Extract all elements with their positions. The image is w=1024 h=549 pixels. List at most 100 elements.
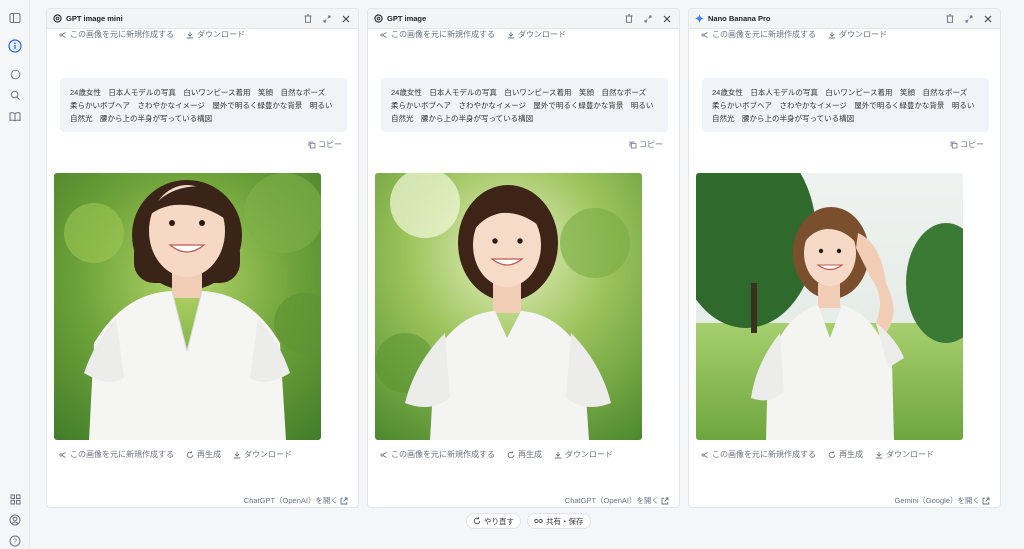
prompt-line: 柔らかいボブヘア さわやかなイメージ 屋外で明るく緑豊かな背景 明るい	[391, 101, 654, 110]
create-from-image-label: この画像を元に新規作成する	[712, 30, 816, 39]
download-label: ダウンロード	[197, 30, 245, 39]
info-icon[interactable]	[7, 38, 23, 54]
external-link-icon	[661, 497, 669, 504]
model-panel: Nano Banana Pro この画像を元に新規作成する ダウンロード 24歳…	[688, 8, 1001, 508]
open-link-label: Gemini（Google）を開く	[894, 496, 980, 505]
branch-icon	[59, 31, 66, 38]
download-icon	[186, 31, 194, 38]
regenerate-button[interactable]: 再生成	[186, 449, 221, 460]
download-button[interactable]: ダウンロード	[828, 29, 887, 40]
panel-header: GPT image	[368, 9, 679, 29]
create-from-image-button[interactable]: この画像を元に新規作成する	[59, 449, 174, 460]
close-icon[interactable]	[982, 13, 994, 25]
open-link-label: ChatGPT（OpenAI）を開く	[564, 496, 659, 505]
download-button[interactable]: ダウンロード	[554, 449, 613, 460]
top-actions: この画像を元に新規作成する ダウンロード	[380, 29, 578, 40]
download-icon	[875, 451, 883, 458]
redo-button[interactable]: やり直す	[466, 513, 521, 529]
create-from-image-button[interactable]: この画像を元に新規作成する	[701, 449, 816, 460]
help-icon[interactable]: ?	[7, 533, 23, 549]
redo-icon	[473, 517, 481, 525]
download-button[interactable]: ダウンロード	[186, 29, 245, 40]
comparison-panels: GPT image mini この画像を元に新規作成する ダウンロード 24歳女…	[46, 8, 1006, 508]
copy-button[interactable]: コピー	[629, 139, 663, 150]
prompt-box: 24歳女性 日本人モデルの写真 白いワンピース着用 笑顔 自然なポーズ 柔らかい…	[381, 78, 668, 132]
download-label: ダウンロード	[244, 450, 292, 459]
external-link-icon	[340, 497, 348, 504]
download-icon	[233, 451, 241, 458]
share-save-button[interactable]: 共有・保存	[527, 513, 591, 529]
model-name: Nano Banana Pro	[708, 14, 771, 23]
delete-icon[interactable]	[944, 13, 956, 25]
create-from-image-label: この画像を元に新規作成する	[712, 450, 816, 459]
create-from-image-label: この画像を元に新規作成する	[391, 30, 495, 39]
chat-icon[interactable]	[7, 66, 23, 82]
download-button[interactable]: ダウンロード	[507, 29, 566, 40]
copy-button[interactable]: コピー	[308, 139, 342, 150]
top-actions: この画像を元に新規作成する ダウンロード	[59, 29, 257, 40]
create-from-image-button[interactable]: この画像を元に新規作成する	[380, 449, 495, 460]
generated-image[interactable]	[54, 173, 321, 440]
search-icon[interactable]	[7, 87, 23, 103]
top-actions: この画像を元に新規作成する ダウンロード	[701, 29, 899, 40]
external-link-icon	[982, 497, 990, 504]
sidebar: ?	[0, 0, 30, 549]
expand-icon[interactable]	[642, 13, 654, 25]
download-label: ダウンロード	[886, 450, 934, 459]
link-icon	[534, 519, 543, 523]
download-label: ダウンロード	[518, 30, 566, 39]
share-save-label: 共有・保存	[546, 516, 584, 526]
prompt-line: 自然光 腰から上の半身が写っている構図	[712, 114, 855, 123]
bottom-actions: この画像を元に新規作成する 再生成 ダウンロード	[380, 449, 625, 460]
delete-icon[interactable]	[302, 13, 314, 25]
create-from-image-button[interactable]: この画像を元に新規作成する	[59, 29, 174, 40]
copy-label: コピー	[960, 140, 984, 149]
open-external-link[interactable]: ChatGPT（OpenAI）を開く	[565, 495, 669, 506]
expand-icon[interactable]	[321, 13, 333, 25]
download-icon	[828, 31, 836, 38]
regenerate-icon	[186, 450, 194, 458]
copy-label: コピー	[639, 140, 663, 149]
regenerate-icon	[507, 450, 515, 458]
regenerate-icon	[828, 450, 836, 458]
close-icon[interactable]	[340, 13, 352, 25]
copy-button[interactable]: コピー	[950, 139, 984, 150]
download-button[interactable]: ダウンロード	[233, 449, 292, 460]
create-from-image-label: この画像を元に新規作成する	[391, 450, 495, 459]
panel-header: GPT image mini	[47, 9, 358, 29]
generated-image[interactable]	[696, 173, 963, 440]
copy-icon	[308, 141, 316, 148]
prompt-line: 自然光 腰から上の半身が写っている構図	[70, 114, 213, 123]
copy-icon	[629, 141, 637, 148]
book-icon[interactable]	[7, 108, 23, 124]
redo-label: やり直す	[484, 516, 514, 526]
regenerate-button[interactable]: 再生成	[828, 449, 863, 460]
regenerate-label: 再生成	[518, 450, 542, 459]
prompt-line: 柔らかいボブヘア さわやかなイメージ 屋外で明るく緑豊かな背景 明るい	[70, 101, 333, 110]
prompt-line: 自然光 腰から上の半身が写っている構図	[391, 114, 534, 123]
user-icon[interactable]	[7, 512, 23, 528]
branch-icon	[701, 31, 708, 38]
prompt-box: 24歳女性 日本人モデルの写真 白いワンピース着用 笑顔 自然なポーズ 柔らかい…	[60, 78, 347, 132]
close-icon[interactable]	[661, 13, 673, 25]
panel-header: Nano Banana Pro	[689, 9, 1000, 29]
apps-icon[interactable]	[7, 491, 23, 507]
bottom-bar: やり直す 共有・保存	[466, 513, 591, 529]
copy-icon	[950, 141, 958, 148]
delete-icon[interactable]	[623, 13, 635, 25]
branch-icon	[701, 451, 708, 458]
regenerate-button[interactable]: 再生成	[507, 449, 542, 460]
download-button[interactable]: ダウンロード	[875, 449, 934, 460]
create-from-image-label: この画像を元に新規作成する	[70, 450, 174, 459]
sidebar-toggle-icon[interactable]	[7, 10, 23, 26]
expand-icon[interactable]	[963, 13, 975, 25]
create-from-image-button[interactable]: この画像を元に新規作成する	[701, 29, 816, 40]
generated-image[interactable]	[375, 173, 642, 440]
open-external-link[interactable]: ChatGPT（OpenAI）を開く	[244, 495, 348, 506]
open-external-link[interactable]: Gemini（Google）を開く	[895, 495, 990, 506]
download-icon	[507, 31, 515, 38]
create-from-image-button[interactable]: この画像を元に新規作成する	[380, 29, 495, 40]
copy-label: コピー	[318, 140, 342, 149]
download-label: ダウンロード	[839, 30, 887, 39]
svg-text:?: ?	[13, 539, 17, 546]
